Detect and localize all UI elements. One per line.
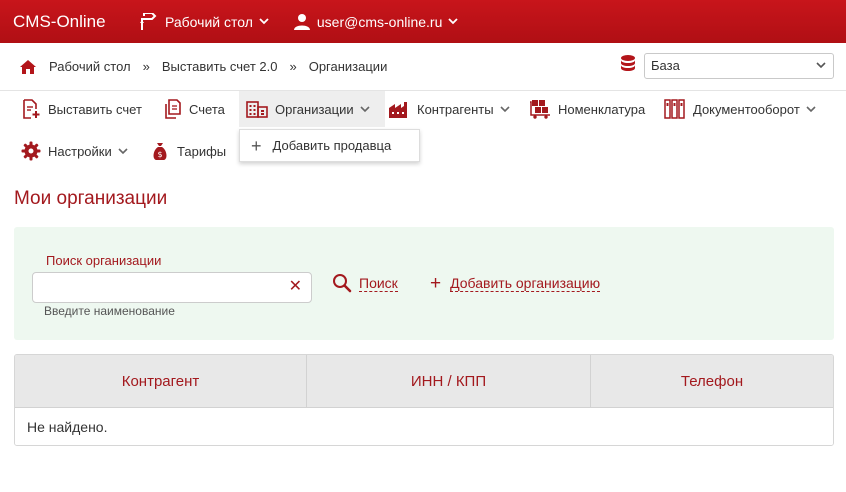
add-organization-button[interactable]: + Добавить организацию xyxy=(430,272,601,294)
breadcrumb-item[interactable]: Рабочий стол xyxy=(49,59,131,74)
boxes-cart-icon xyxy=(530,100,550,119)
documents-icon xyxy=(165,99,181,119)
table-header: Контрагент ИНН / КПП Телефон xyxy=(15,355,833,408)
factory-icon xyxy=(389,102,407,118)
breadcrumb-item[interactable]: Выставить счет 2.0 xyxy=(162,59,278,74)
search-label: Поиск организации xyxy=(46,253,162,268)
menu-item-label: Контрагенты xyxy=(417,101,494,117)
menu-item-label: Тарифы xyxy=(177,143,227,159)
chevron-down-icon xyxy=(259,18,269,25)
menu-item-settings[interactable]: Настройки xyxy=(21,133,135,169)
desktop-menu[interactable]: Рабочий стол xyxy=(138,12,276,31)
menu-item-invoices[interactable]: Счета xyxy=(164,91,225,127)
menu-item-label: Настройки xyxy=(48,143,112,159)
chevron-down-icon xyxy=(499,105,510,112)
chevron-down-icon xyxy=(360,105,370,112)
menu-item-label: Счета xyxy=(189,101,225,117)
database-select[interactable]: База xyxy=(644,53,834,79)
page-title: Мои организации xyxy=(14,188,168,209)
search-button[interactable]: Поиск xyxy=(332,272,398,294)
search-panel: Поиск организации ✕ Введите наименование… xyxy=(14,227,834,340)
search-button-label: Поиск xyxy=(359,274,398,292)
search-hint: Введите наименование xyxy=(44,304,175,318)
column-header-counterparty[interactable]: Контрагент xyxy=(15,355,307,407)
menu-item-label: Выставить счет xyxy=(48,101,142,117)
dropdown-item-add-seller[interactable]: + Добавить продавца xyxy=(240,130,419,161)
column-header-inn-kpp[interactable]: ИНН / КПП xyxy=(307,355,591,407)
dropdown-item-label: Добавить продавца xyxy=(272,138,392,153)
menu-item-nomenclature[interactable]: Номенклатура xyxy=(529,91,645,127)
user-icon xyxy=(293,14,310,30)
chevron-down-icon xyxy=(118,147,128,154)
breadcrumb: Рабочий стол » Выставить счет 2.0 » Орга… xyxy=(19,59,387,75)
signpost-icon xyxy=(140,12,157,30)
gear-icon xyxy=(21,141,41,161)
menu-item-document-flow[interactable]: Документооборот xyxy=(664,91,823,127)
home-icon[interactable] xyxy=(19,59,37,75)
database-select-value: База xyxy=(651,58,680,73)
search-icon xyxy=(333,274,352,293)
menu-item-label: Организации xyxy=(275,101,354,117)
menu-item-counterparties[interactable]: Контрагенты xyxy=(388,91,517,127)
add-organization-label: Добавить организацию xyxy=(450,274,601,292)
database-icon xyxy=(621,55,635,71)
svg-text:$: $ xyxy=(157,150,162,159)
brand-logo[interactable]: CMS-Online xyxy=(13,12,138,32)
chevron-down-icon xyxy=(806,105,816,112)
document-plus-icon xyxy=(23,99,40,119)
money-bag-icon: $ xyxy=(153,143,167,160)
top-navbar: CMS-Online Рабочий стол user@cms-online.… xyxy=(0,0,846,43)
building-icon xyxy=(246,101,268,118)
organizations-table: Контрагент ИНН / КПП Телефон Не найдено. xyxy=(14,354,834,446)
chevron-down-icon xyxy=(448,18,459,25)
table-empty-row: Не найдено. xyxy=(15,408,833,445)
chevron-down-icon xyxy=(816,62,826,69)
binders-icon xyxy=(664,99,685,119)
menu-item-label: Документооборот xyxy=(693,101,800,117)
organizations-dropdown-menu: + Добавить продавца xyxy=(239,129,420,162)
menu-item-organizations[interactable]: Организации xyxy=(239,91,385,127)
menu-item-tariffs[interactable]: $ Тарифы xyxy=(150,133,226,169)
desktop-menu-label: Рабочий стол xyxy=(165,13,253,30)
user-email: user@cms-online.ru xyxy=(316,13,443,30)
breadcrumb-item-current: Организации xyxy=(308,59,388,74)
plus-icon: + xyxy=(251,135,262,156)
breadcrumb-separator: » xyxy=(289,59,297,74)
clear-icon[interactable]: ✕ xyxy=(289,279,302,295)
menu-item-label: Номенклатура xyxy=(558,101,646,117)
breadcrumb-separator: » xyxy=(142,59,150,74)
plus-icon: + xyxy=(430,272,442,294)
menu-item-issue-invoice[interactable]: Выставить счет xyxy=(21,91,142,127)
column-header-phone[interactable]: Телефон xyxy=(591,355,833,407)
main-menu: Выставить счет Счета Организации Контраг… xyxy=(0,91,846,175)
search-input[interactable]: ✕ xyxy=(32,272,312,303)
user-menu[interactable]: user@cms-online.ru xyxy=(293,13,465,30)
